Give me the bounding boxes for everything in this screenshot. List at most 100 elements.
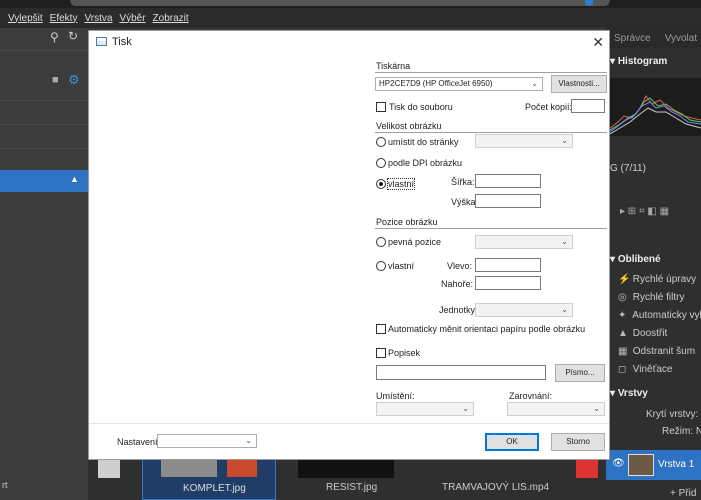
- sort-icon[interactable]: ▲: [70, 174, 79, 184]
- height-label: Výška:: [451, 197, 479, 207]
- favorite-label: Doostřit: [632, 328, 668, 339]
- alignment-select[interactable]: ⌄: [507, 402, 605, 416]
- favorite-quick-fixes[interactable]: ⚡ Rychlé úpravy: [618, 274, 696, 285]
- histogram-header[interactable]: ▾ Histogram: [610, 56, 667, 67]
- triangle-icon: ▲: [618, 328, 628, 339]
- favorite-sharpen[interactable]: ▲ Doostřit: [618, 328, 667, 339]
- custom-position-radio[interactable]: [376, 261, 386, 271]
- favorite-label: Viněťace: [632, 364, 673, 375]
- selected-folder-row[interactable]: ▲: [0, 170, 88, 192]
- printer-section: Tiskárna: [375, 61, 607, 73]
- menu-item-layer[interactable]: Vrstva: [84, 13, 112, 24]
- printer-select[interactable]: HP2CE7D9 (HP OfficeJet 6950) ⌄: [375, 77, 543, 91]
- tool-row-icons[interactable]: ▸ ⊞ ⌗ ◧ ▦: [620, 206, 669, 217]
- caption-input[interactable]: [376, 365, 546, 380]
- gear-icon[interactable]: ⚙: [68, 72, 80, 88]
- chevron-down-icon: ⌄: [561, 305, 568, 314]
- units-label: Jednotky:: [439, 305, 478, 315]
- refresh-icon[interactable]: ↻: [68, 29, 78, 43]
- layer-name: Vrstva 1: [658, 459, 695, 470]
- menu-item-view[interactable]: Zobrazit: [153, 13, 189, 24]
- caption-label: Popisek: [388, 348, 421, 358]
- print-preview: [89, 53, 369, 423]
- copies-label: Počet kopií:: [525, 102, 573, 112]
- folder-add-icon[interactable]: ■: [52, 74, 59, 86]
- vignette-icon: ◻: [618, 364, 627, 375]
- ok-button[interactable]: OK: [485, 433, 539, 451]
- layer-row[interactable]: 👁 Vrstva 1: [606, 450, 701, 480]
- fit-page-select[interactable]: ⌄: [475, 134, 573, 148]
- cancel-button[interactable]: Storno: [551, 433, 605, 451]
- menu-item-select[interactable]: Výběr: [119, 13, 145, 24]
- favorite-label: Odstranit šum: [632, 346, 696, 357]
- search-pill: [70, 0, 610, 6]
- dialog-titlebar: Tisk ✕: [89, 31, 609, 53]
- add-label: Přid: [678, 488, 697, 499]
- histogram: [609, 78, 701, 136]
- opacity-label: Krytí vrstvy:: [646, 409, 699, 420]
- fixed-position-select[interactable]: ⌄: [475, 235, 573, 249]
- thumbnail-image[interactable]: [98, 458, 120, 478]
- print-dialog: Tisk ✕ Tiskárna HP2CE7D9 (HP OfficeJet 6…: [88, 30, 610, 460]
- favorite-auto-enhance[interactable]: ✦ Automaticky vylepšit: [618, 310, 701, 321]
- thumbnail-caption: KOMPLET.jpg: [183, 483, 246, 494]
- add-layer-button[interactable]: + Přid: [670, 488, 696, 499]
- divider: [0, 124, 88, 125]
- chevron-down-icon: ⌄: [561, 136, 568, 145]
- by-dpi-radio[interactable]: [376, 158, 386, 168]
- height-input[interactable]: [475, 194, 541, 208]
- favorite-label: Rychlé úpravy: [632, 274, 697, 285]
- layers-header[interactable]: ▾ Vrstvy: [610, 388, 648, 399]
- custom-size-label: vlastní: [386, 178, 416, 190]
- chevron-down-icon: ⌄: [593, 404, 600, 413]
- eye-icon[interactable]: 👁: [612, 458, 625, 469]
- fit-page-radio[interactable]: [376, 137, 386, 147]
- thumbnail-selected[interactable]: KOMPLET.jpg: [142, 458, 276, 500]
- lightning-icon: ⚡: [618, 274, 631, 285]
- print-to-file-checkbox[interactable]: [376, 102, 386, 112]
- mode-value[interactable]: N: [696, 426, 701, 437]
- thumbnail-image[interactable]: [576, 458, 598, 478]
- fixed-position-radio[interactable]: [376, 237, 386, 247]
- copies-input[interactable]: [571, 99, 605, 113]
- footer-divider: [89, 423, 609, 424]
- menu-bar: Vylepšit Efekty Vrstva Výběr Zobrazit: [0, 8, 701, 28]
- fixed-position-label: pevná pozice: [388, 237, 442, 247]
- chevron-down-icon: ⌄: [462, 404, 469, 413]
- favorites-header[interactable]: ▾ Oblíbené: [610, 254, 661, 265]
- image-size-section: Velikost obrázku: [375, 121, 607, 133]
- search-icon[interactable]: ⚲: [50, 30, 59, 44]
- favorite-label: Rychlé filtry: [632, 292, 685, 303]
- left-input[interactable]: [475, 258, 541, 272]
- custom-position-label: vlastní: [388, 261, 415, 271]
- favorite-vignette[interactable]: ◻ Viněťace: [618, 364, 673, 375]
- width-input[interactable]: [475, 174, 541, 188]
- thumbnail-image: [161, 459, 217, 477]
- close-icon[interactable]: ✕: [592, 34, 604, 51]
- divider: [0, 50, 88, 51]
- properties-button[interactable]: Vlastnosti...: [551, 75, 607, 93]
- tab-develop[interactable]: Vyvolat: [665, 33, 697, 44]
- caption-checkbox[interactable]: [376, 348, 386, 358]
- left-label: Vlevo:: [447, 261, 473, 271]
- units-select[interactable]: ⌄: [475, 303, 573, 317]
- thumbnail-image[interactable]: [298, 458, 394, 478]
- dialog-title: Tisk: [112, 36, 132, 48]
- favorite-denoise[interactable]: ▦ Odstranit šum: [618, 346, 695, 357]
- auto-orient-checkbox[interactable]: [376, 324, 386, 334]
- panel-tabs: Správce Vyvolat: [606, 28, 701, 48]
- settings-select[interactable]: ⌄: [157, 434, 257, 448]
- menu-item-effects[interactable]: Efekty: [50, 13, 78, 24]
- placement-select[interactable]: ⌄: [376, 402, 474, 416]
- custom-size-radio[interactable]: [376, 179, 386, 189]
- filter-icon: ◎: [618, 292, 627, 303]
- menu-item-enhance[interactable]: Vylepšit: [8, 13, 43, 24]
- thumbnail-image: [227, 459, 257, 477]
- settings-label: Nastavení:: [117, 437, 161, 447]
- top-input[interactable]: [475, 276, 541, 290]
- tab-manager[interactable]: Správce: [614, 33, 651, 44]
- font-button[interactable]: Písmo...: [555, 364, 605, 382]
- favorite-quick-filters[interactable]: ◎ Rychlé filtry: [618, 292, 684, 303]
- divider: [0, 148, 88, 149]
- image-position-section: Pozice obrázku: [375, 217, 607, 229]
